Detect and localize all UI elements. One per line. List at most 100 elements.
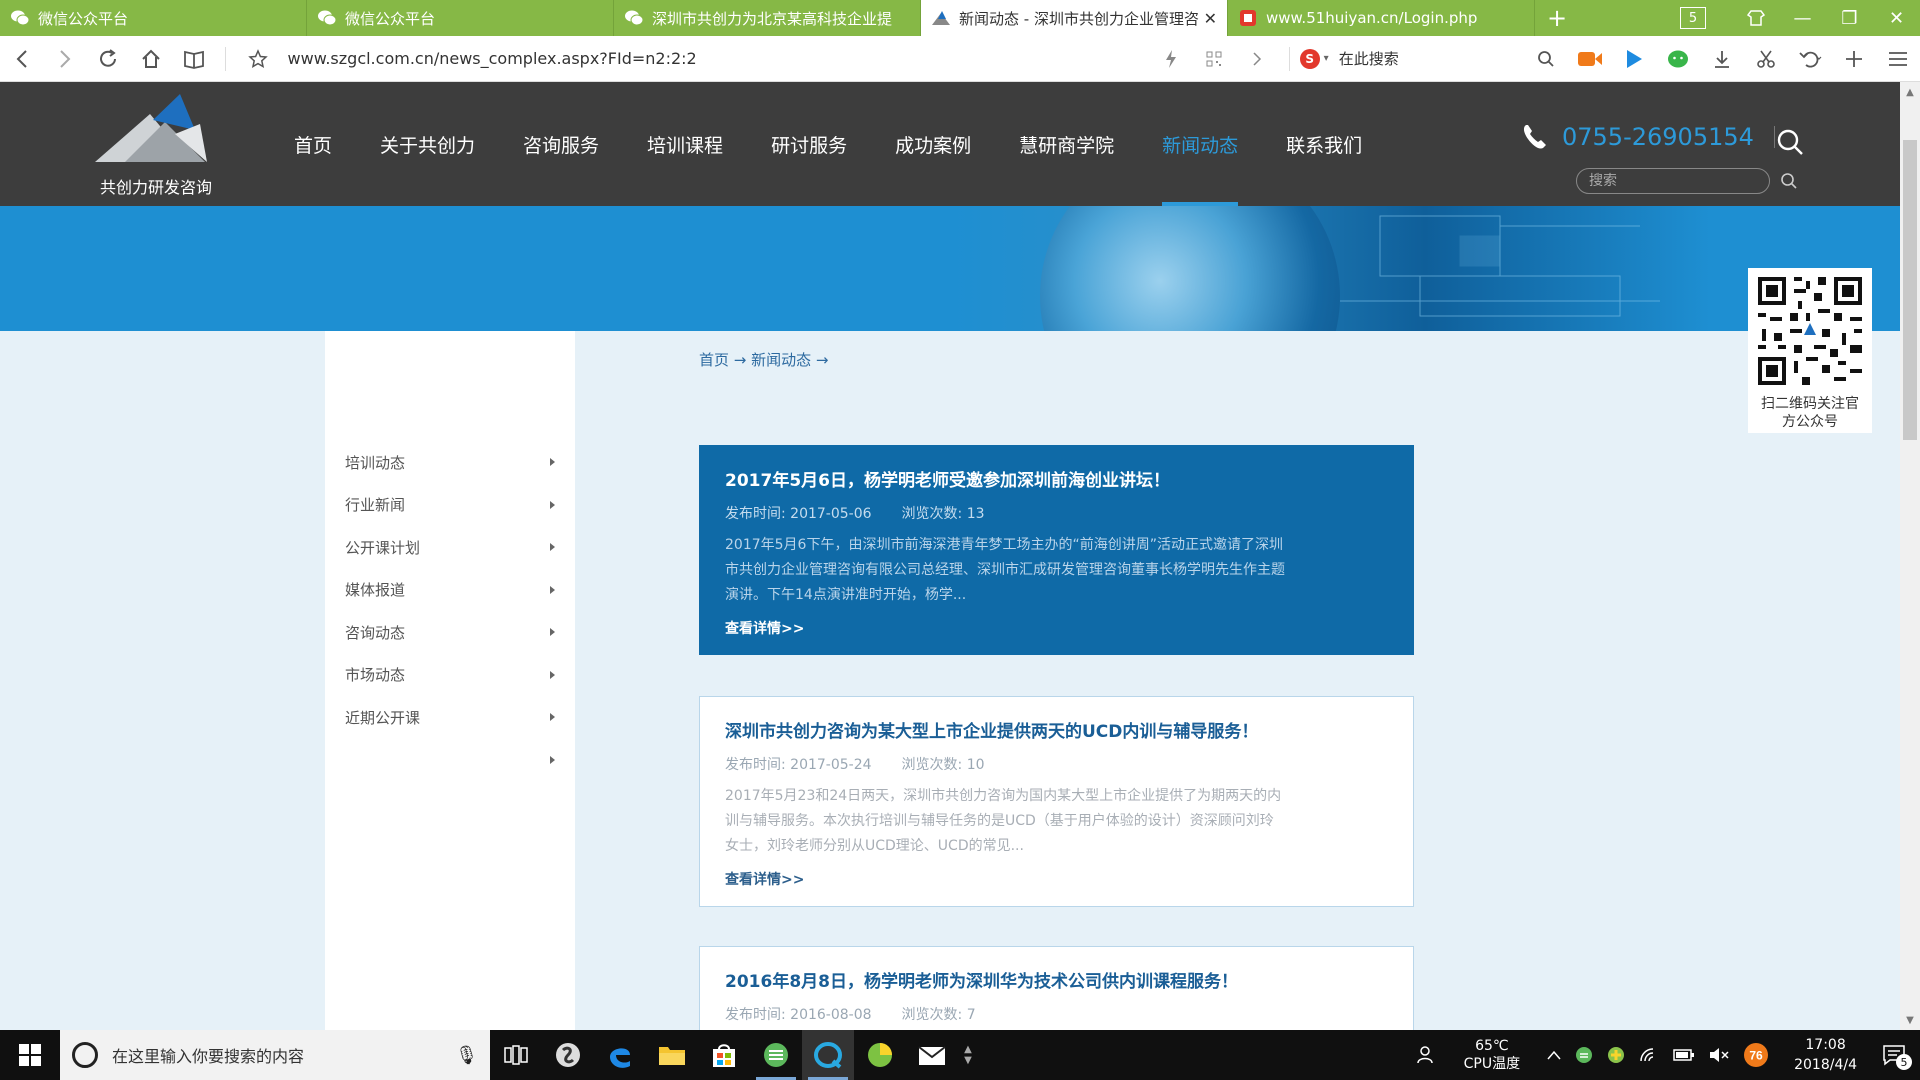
sidebar-item-media-reports[interactable]: 媒体报道 [325, 569, 555, 612]
download-icon[interactable] [1700, 36, 1744, 82]
news-meta: 发布时间: 2016-08-08 浏览次数: 7 [725, 1004, 1388, 1024]
read-more-link[interactable]: 查看详情>> [725, 869, 1388, 889]
nav-academy[interactable]: 慧研商学院 [995, 82, 1138, 206]
back-button[interactable] [0, 36, 43, 82]
tray-app-plus-icon[interactable] [1607, 1046, 1625, 1064]
microphone-icon[interactable]: 🎙 [455, 1045, 478, 1066]
nav-home[interactable]: 首页 [270, 82, 356, 206]
store-icon[interactable] [698, 1030, 750, 1080]
sidebar-item-empty[interactable] [325, 739, 555, 782]
forward-button[interactable] [43, 36, 86, 82]
browser-tab[interactable]: 深圳市共创力为北京某高科技企业提 [614, 0, 921, 36]
scissors-icon[interactable] [1744, 36, 1788, 82]
tab-count-badge[interactable]: 5 [1680, 7, 1706, 29]
news-meta: 发布时间: 2017-05-24 浏览次数: 10 [725, 754, 1388, 774]
security-badge-icon[interactable]: 76 [1743, 1042, 1769, 1068]
main-nav: 首页 关于共创力 咨询服务 培训课程 研讨服务 成功案例 慧研商学院 新闻动态 … [270, 82, 1386, 206]
page-scrollbar[interactable]: ▲ ▼ [1900, 82, 1920, 1030]
favorite-star-icon[interactable] [236, 36, 279, 82]
browser-tab[interactable]: www.51huiyan.cn/Login.php [1228, 0, 1535, 36]
breadcrumb[interactable]: 首页 → 新闻动态 → [699, 349, 828, 370]
news-title[interactable]: 2016年8月8日，杨学明老师为深圳华为技术公司供内训课程服务！ [725, 967, 1388, 992]
news-title[interactable]: 2017年5月6日，杨学明老师受邀参加深圳前海创业讲坛！ [725, 466, 1388, 491]
volume-muted-icon[interactable] [1709, 1047, 1729, 1063]
start-button[interactable] [0, 1030, 60, 1080]
search-submit-icon[interactable] [1780, 172, 1798, 190]
header-search-icon[interactable] [1776, 128, 1804, 156]
qrcode-icon[interactable] [1193, 36, 1236, 82]
cpu-temperature[interactable]: 65℃ CPU温度 [1464, 1037, 1520, 1073]
reader-mode-icon[interactable] [172, 36, 215, 82]
close-tab-icon[interactable]: ✕ [1204, 9, 1217, 28]
minimize-button[interactable]: — [1779, 0, 1826, 36]
caret-right-icon [550, 628, 555, 637]
nav-contact[interactable]: 联系我们 [1262, 82, 1386, 206]
header-search-input[interactable]: 搜索 [1576, 168, 1770, 194]
caret-right-icon [550, 458, 555, 467]
cortana-icon[interactable] [72, 1042, 98, 1068]
new-tab-button[interactable]: + [1535, 0, 1579, 36]
restore-button[interactable]: ❐ [1826, 0, 1873, 36]
skin-icon[interactable] [1732, 0, 1779, 36]
sidebar-item-recent-courses[interactable]: 近期公开课 [325, 696, 555, 739]
add-icon[interactable] [1832, 36, 1876, 82]
nav-cases[interactable]: 成功案例 [871, 82, 995, 206]
battery-icon[interactable] [1673, 1048, 1695, 1062]
undo-icon[interactable] [1788, 36, 1832, 82]
file-explorer-icon[interactable] [646, 1030, 698, 1080]
wechat-toolbar-icon[interactable] [1656, 36, 1700, 82]
notification-center-icon[interactable]: 5 [1882, 1044, 1912, 1070]
wechat-icon [10, 8, 30, 28]
play-icon[interactable] [1612, 36, 1656, 82]
sidebar-item-public-course-plan[interactable]: 公开课计划 [325, 526, 555, 569]
scrollbar-thumb[interactable] [1903, 140, 1917, 440]
nav-news[interactable]: 新闻动态 [1138, 82, 1262, 206]
chevron-right-icon[interactable] [1236, 36, 1279, 82]
read-more-link[interactable]: 查看详情>> [725, 618, 1388, 638]
refresh-button[interactable] [86, 36, 129, 82]
close-window-button[interactable]: ✕ [1873, 0, 1920, 36]
browser-tab[interactable]: 微信公众平台 [0, 0, 307, 36]
search-icon[interactable] [1525, 36, 1568, 82]
tab-title: 深圳市共创力为北京某高科技企业提 [652, 9, 893, 28]
nav-seminar[interactable]: 研讨服务 [747, 82, 871, 206]
task-view-icon[interactable] [490, 1030, 542, 1080]
home-button[interactable] [129, 36, 172, 82]
flash-icon[interactable] [1149, 36, 1192, 82]
sidebar-item-industry-news[interactable]: 行业新闻 [325, 484, 555, 527]
edge-browser-icon[interactable] [594, 1030, 646, 1080]
mail-icon[interactable] [906, 1030, 958, 1080]
search-engine-box[interactable]: S ▾ 在此搜索 [1299, 48, 1525, 69]
people-icon[interactable] [1416, 1045, 1437, 1065]
app-icon-s[interactable] [542, 1030, 594, 1080]
taskbar-clock[interactable]: 17:08 2018/4/4 [1794, 1035, 1857, 1075]
sidebar-item-market-news[interactable]: 市场动态 [325, 654, 555, 697]
tray-app-green-icon[interactable] [1575, 1046, 1593, 1064]
nav-consulting[interactable]: 咨询服务 [499, 82, 623, 206]
news-title[interactable]: 深圳市共创力咨询为某大型上市企业提供两天的UCD内训与辅导服务！ [725, 717, 1388, 742]
news-item-featured[interactable]: 2017年5月6日，杨学明老师受邀参加深圳前海创业讲坛！ 发布时间: 2017-… [699, 445, 1414, 655]
wifi-icon[interactable] [1639, 1047, 1659, 1063]
news-item[interactable]: 2016年8月8日，杨学明老师为深圳华为技术公司供内训课程服务！ 发布时间: 2… [699, 946, 1414, 1030]
nav-training[interactable]: 培训课程 [623, 82, 747, 206]
address-bar[interactable]: www.szgcl.com.cn/news_complex.aspx?FId=n… [288, 49, 1150, 68]
app-icon-round[interactable] [854, 1030, 906, 1080]
sidebar-item-training-news[interactable]: 培训动态 [325, 441, 555, 484]
nav-about[interactable]: 关于共创力 [356, 82, 499, 206]
scroll-up-icon[interactable]: ▲ [1900, 82, 1920, 102]
news-item[interactable]: 深圳市共创力咨询为某大型上市企业提供两天的UCD内训与辅导服务！ 发布时间: 2… [699, 696, 1414, 907]
browser-tab-active[interactable]: 新闻动态 - 深圳市共创力企业管理咨 ✕ [921, 0, 1228, 36]
browser-app-icon[interactable] [802, 1030, 854, 1080]
sogou-browser-icon[interactable] [750, 1030, 802, 1080]
phone-number[interactable]: 0755-26905154 [1562, 123, 1754, 151]
taskbar-scroll-icon[interactable]: ▲ ▼ [958, 1030, 978, 1080]
browser-tab[interactable]: 微信公众平台 [307, 0, 614, 36]
qr-code-panel[interactable]: 扫二维码关注官 方公众号 [1748, 268, 1872, 433]
video-camera-icon[interactable] [1568, 36, 1612, 82]
menu-icon[interactable] [1876, 36, 1920, 82]
taskbar-search-box[interactable]: 在这里输入你要搜索的内容 🎙 [60, 1030, 490, 1080]
scroll-down-icon[interactable]: ▼ [1900, 1010, 1920, 1030]
dropdown-caret-icon[interactable]: ▾ [1324, 53, 1329, 64]
chevron-up-icon[interactable] [1547, 1050, 1561, 1060]
sidebar-item-consulting-news[interactable]: 咨询动态 [325, 611, 555, 654]
